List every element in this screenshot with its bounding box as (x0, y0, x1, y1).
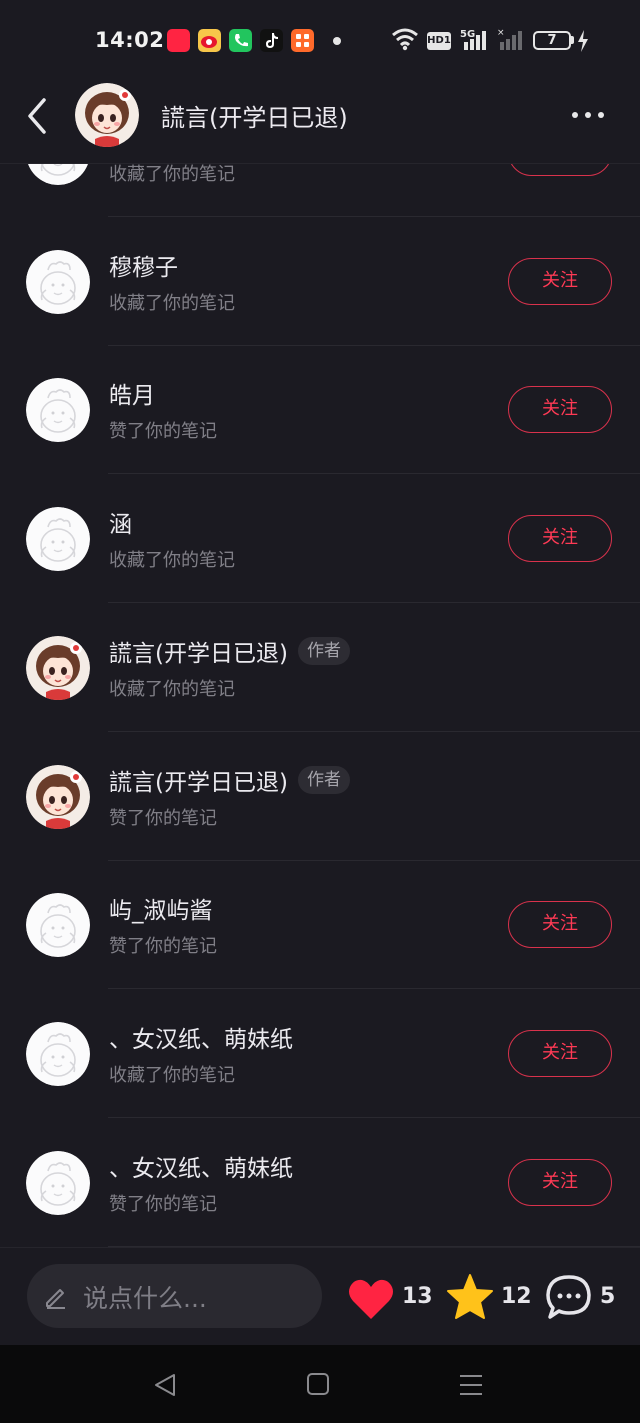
network-label: 5G (460, 29, 475, 40)
collect-count: 12 (501, 1284, 532, 1309)
follow-button[interactable]: 关注 (508, 386, 612, 434)
comment-input[interactable]: 说点什么... (27, 1264, 322, 1328)
user-name[interactable]: 、女汉纸、萌妹纸 (109, 1149, 293, 1183)
user-name[interactable]: 穆穆子 (109, 248, 178, 282)
wifi-icon (392, 28, 418, 51)
comment-count: 5 (600, 1284, 616, 1309)
notification-row[interactable]: 穆穆子收藏了你的笔记 关注 (0, 217, 640, 346)
nav-back-icon[interactable] (152, 1372, 178, 1398)
author-tag: 作者 (297, 636, 350, 665)
user-name-text: 涵 (109, 512, 132, 539)
notification-action: 收藏了你的笔记 (109, 1064, 235, 1086)
page-title: 謊言(开学日已退) (161, 104, 348, 132)
user-name[interactable]: 謊言(开学日已退) 作者 (109, 763, 350, 797)
notification-row[interactable]: 謊言(开学日已退) 作者赞了你的笔记 (0, 732, 640, 861)
user-name-text: 謊言(开学日已退) (109, 640, 288, 667)
notification-row[interactable]: 謊言(开学日已退) 作者收藏了你的笔记 (0, 603, 640, 732)
status-time: 14:02 (95, 28, 165, 52)
user-name[interactable]: 皓月 (109, 376, 155, 410)
user-avatar[interactable] (26, 893, 90, 958)
notification-action: 赞了你的笔记 (109, 807, 217, 829)
hd-badge: HD1 (427, 32, 451, 50)
user-name[interactable]: 、女汉纸、萌妹纸 (109, 1020, 293, 1054)
author-avatar[interactable] (26, 635, 90, 700)
user-name[interactable]: 屿_淑屿酱 (109, 891, 213, 925)
charging-icon (578, 30, 588, 52)
nav-home-icon[interactable] (306, 1372, 330, 1396)
weibo-app-icon (198, 29, 221, 52)
author-avatar[interactable] (26, 764, 90, 829)
user-name-text: 、女汉纸、萌妹纸 (109, 1155, 293, 1182)
like-icon[interactable] (347, 1277, 395, 1321)
notification-dot-icon (333, 37, 341, 45)
follow-button[interactable]: 关注 (508, 1029, 612, 1077)
status-bar: 14:02 HD1 5G × 7 (0, 0, 640, 82)
battery-icon: 7 (533, 31, 571, 50)
notification-action: 收藏了你的笔记 (109, 550, 235, 572)
follow-button[interactable]: 关注 (508, 1158, 612, 1206)
bottom-bar: 说点什么... 13 12 5 (0, 1247, 640, 1345)
phone-app-icon (229, 29, 252, 52)
signal-5g-icon: 5G (460, 29, 486, 50)
pen-icon (46, 1289, 65, 1309)
more-options-icon[interactable] (566, 106, 610, 124)
battery-level: 7 (547, 33, 557, 48)
comment-placeholder: 说点什么... (83, 1284, 207, 1313)
follow-button[interactable]: 关注 (508, 257, 612, 305)
star-icon[interactable] (445, 1273, 495, 1321)
author-tag: 作者 (297, 765, 350, 794)
user-name-text: 、女汉纸、萌妹纸 (109, 1026, 293, 1053)
xiaohongshu-app-icon (167, 29, 190, 52)
orange-app-icon (291, 29, 314, 52)
comment-icon[interactable] (544, 1273, 594, 1321)
battery-tip (571, 36, 574, 44)
notification-action: 收藏了你的笔记 (109, 292, 235, 314)
user-avatar[interactable] (26, 1021, 90, 1086)
svg-text:×: × (497, 28, 505, 38)
author-avatar[interactable] (75, 83, 139, 147)
notification-action: 赞了你的笔记 (109, 421, 217, 443)
user-name[interactable]: 涵 (109, 505, 132, 539)
notification-action: 收藏了你的笔记 (109, 678, 235, 700)
user-avatar[interactable] (26, 378, 90, 443)
user-name-text: 皓月 (109, 383, 155, 410)
notification-action: 赞了你的笔记 (109, 936, 217, 958)
user-avatar[interactable] (26, 1150, 90, 1215)
system-nav-bar (0, 1345, 640, 1423)
user-avatar[interactable] (26, 249, 90, 314)
follow-button[interactable]: 关注 (508, 515, 612, 563)
user-name[interactable]: 謊言(开学日已退) 作者 (109, 634, 350, 668)
notification-action: 赞了你的笔记 (109, 1193, 217, 1215)
header: 謊言(开学日已退) (0, 82, 640, 164)
user-name-text: 穆穆子 (109, 254, 178, 281)
follow-button[interactable]: 关注 (508, 901, 612, 949)
back-icon[interactable] (20, 96, 56, 136)
notification-row[interactable]: 皓月赞了你的笔记 关注 (0, 345, 640, 475)
douyin-app-icon (260, 29, 283, 52)
user-name-text: 謊言(开学日已退) (109, 769, 288, 796)
signal-secondary-icon: × (497, 28, 522, 50)
like-count: 13 (402, 1284, 433, 1309)
notification-row[interactable]: 屿_淑屿酱赞了你的笔记 关注 (0, 860, 640, 990)
notification-row[interactable]: 涵收藏了你的笔记 关注 (0, 474, 640, 604)
notification-row[interactable]: 、女汉纸、萌妹纸赞了你的笔记 关注 (0, 1118, 640, 1247)
nav-menu-icon[interactable] (458, 1374, 484, 1396)
user-avatar[interactable] (26, 507, 90, 572)
user-name-text: 屿_淑屿酱 (109, 898, 213, 925)
notification-row[interactable]: 、女汉纸、萌妹纸收藏了你的笔记 关注 (0, 989, 640, 1118)
